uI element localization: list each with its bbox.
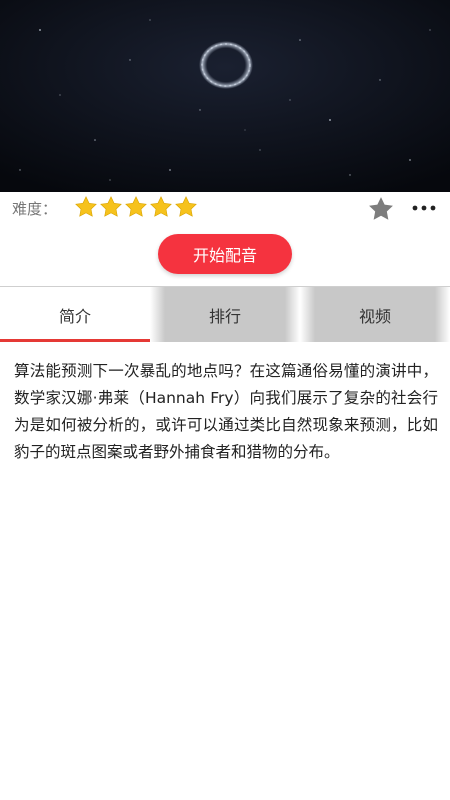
tab-bar: 简介 排行 视频 [0, 286, 450, 342]
video-description: 算法能预测下一次暴乱的地点吗？在这篇通俗易懂的演讲中，数学家汉娜·弗莱（Hann… [14, 362, 438, 461]
start-dubbing-button[interactable]: 开始配音 [158, 234, 292, 274]
video-player[interactable] [0, 0, 450, 192]
star-icon [125, 196, 147, 217]
star-icon [75, 196, 97, 217]
more-dots-icon[interactable] [410, 198, 438, 218]
star-icon [175, 196, 197, 217]
difficulty-label: 难度： [12, 200, 58, 218]
tab-video[interactable]: 视频 [300, 287, 450, 342]
video-thumbnail [0, 0, 450, 192]
star-icon [150, 196, 172, 217]
favorite-star-icon[interactable] [367, 195, 395, 223]
rating-row: 难度： [0, 192, 450, 226]
tab-ranking[interactable]: 排行 [150, 287, 300, 342]
star-icon [100, 196, 122, 217]
tab-intro[interactable]: 简介 [0, 287, 150, 342]
difficulty-stars [74, 195, 198, 219]
